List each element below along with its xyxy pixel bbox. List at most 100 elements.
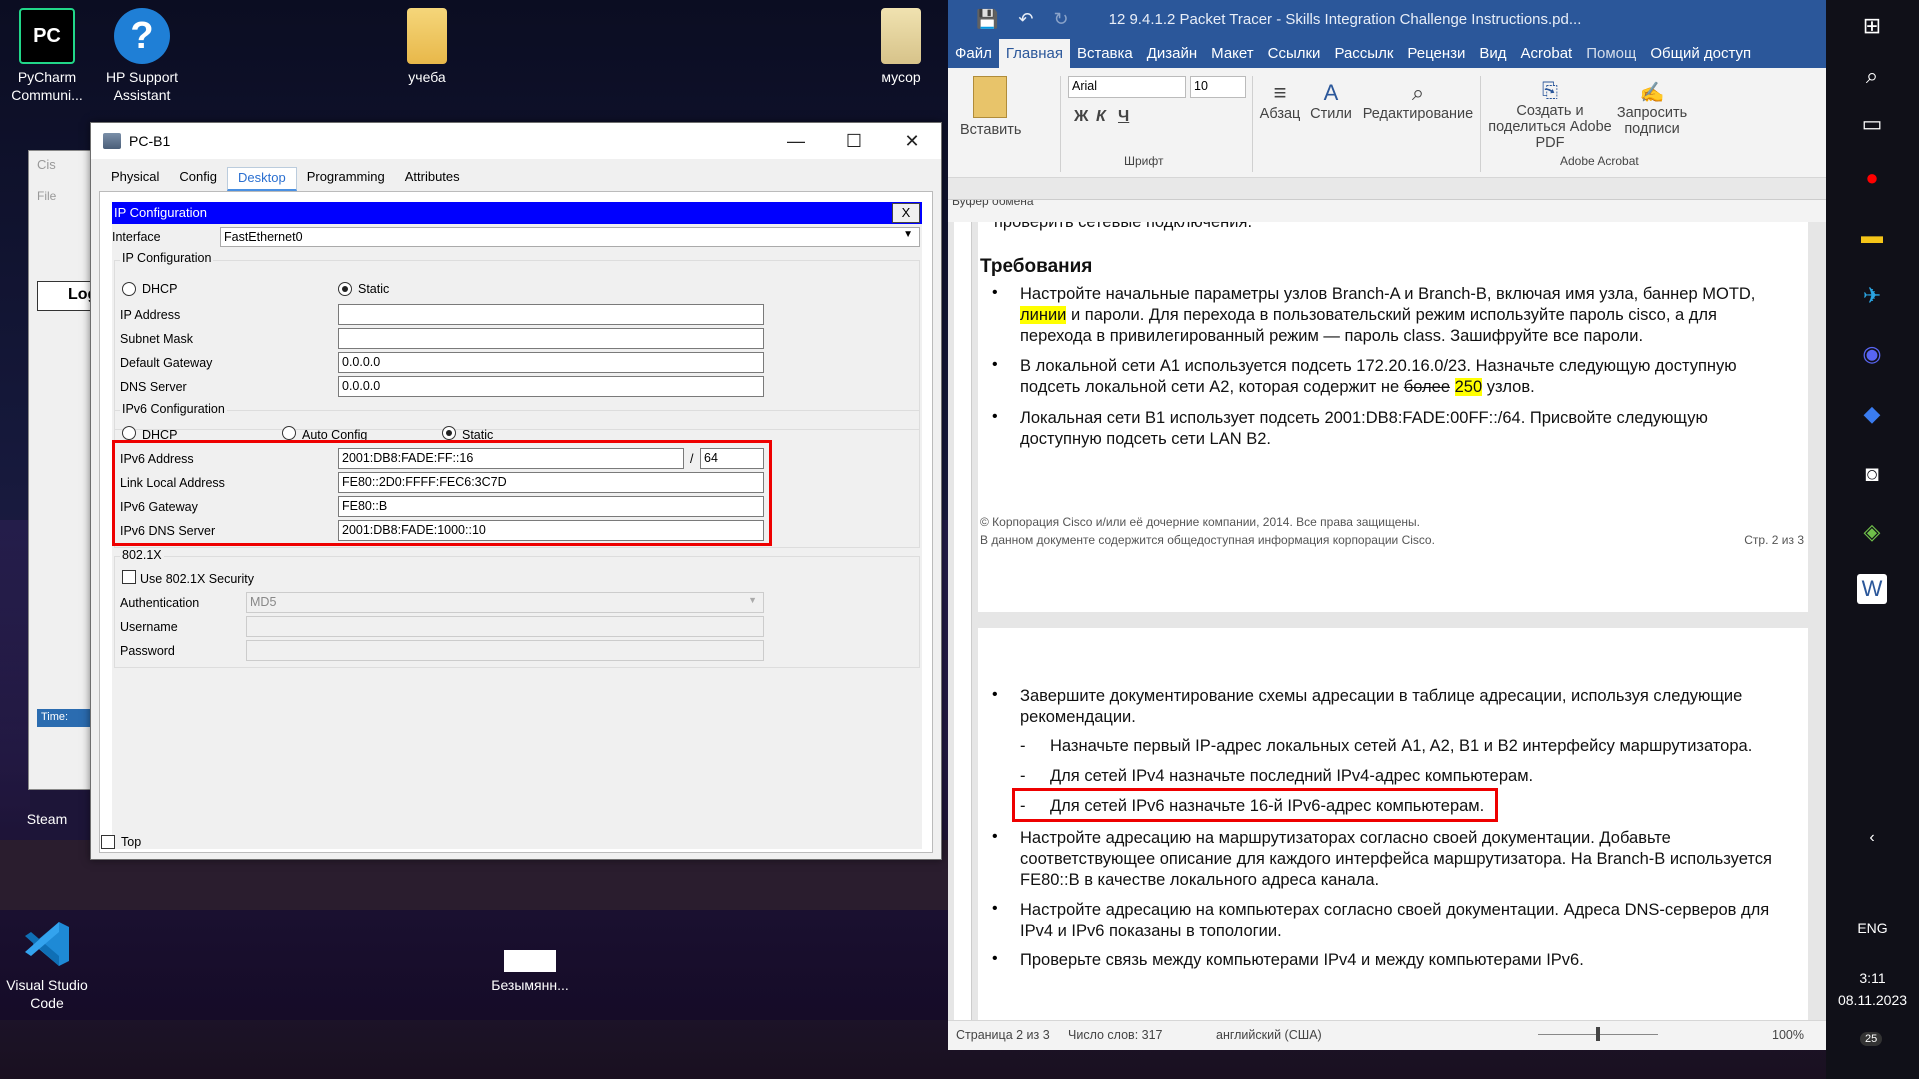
menu-help[interactable]: Помощ — [1579, 39, 1643, 68]
packet-tracer-taskbar-icon[interactable]: ◈ — [1854, 514, 1890, 550]
doc-strike: более — [1403, 378, 1451, 396]
windows-start-icon[interactable]: ⊞ — [1854, 8, 1890, 44]
ipv4-static-radio[interactable] — [338, 282, 352, 296]
status-language[interactable]: английский (США) — [1216, 1028, 1322, 1042]
windows-taskbar: ⊞ ⌕ ▭ ● ▬ ✈ ◉ ◆ ◙ ◈ W ‹ ENG 3:11 08.11.2… — [1826, 0, 1919, 1079]
redo-icon[interactable]: ↻ — [1054, 9, 1069, 30]
close-button[interactable]: ✕ — [883, 123, 941, 159]
horizontal-ruler — [948, 178, 1826, 200]
language-indicator[interactable]: ENG — [1826, 920, 1919, 936]
interface-select[interactable]: FastEthernet0 ▼ — [220, 227, 920, 247]
search-icon[interactable]: ⌕ — [1854, 58, 1890, 94]
maximize-button[interactable]: ☐ — [825, 123, 883, 159]
menu-review[interactable]: Рецензи — [1400, 39, 1472, 68]
bullet: • — [992, 408, 998, 425]
image-file-icon — [504, 950, 556, 972]
italic-button[interactable]: К — [1096, 108, 1106, 126]
top-checkbox[interactable] — [101, 835, 115, 849]
font-name-select[interactable]: Arial — [1068, 76, 1186, 98]
desktop-icon-trash[interactable]: мусор — [856, 8, 946, 86]
chevron-up-icon[interactable]: ‹ — [1854, 820, 1890, 856]
dot1x-checkbox[interactable] — [122, 570, 136, 584]
subnet-mask-input[interactable] — [338, 328, 764, 349]
request-sign-button[interactable]: ✍ Запросить подписи — [1616, 80, 1688, 137]
word-taskbar-icon[interactable]: W — [1857, 574, 1887, 604]
tab-physical[interactable]: Physical — [101, 167, 169, 191]
menu-share[interactable]: Общий доступ — [1643, 39, 1758, 68]
ribbon-separator — [1480, 76, 1481, 172]
username-input[interactable] — [246, 616, 764, 637]
font-size-select[interactable]: 10 — [1190, 76, 1246, 98]
notification-count[interactable]: 25 — [1860, 1032, 1883, 1046]
desktop-icon-pycharm[interactable]: PC PyCharm Communi... — [2, 8, 92, 104]
desktop-icon-vscode[interactable]: Visual Studio Code — [2, 916, 92, 1012]
doc-text: Назначьте первый IP-адрес локальных сете… — [1050, 737, 1753, 755]
app-icon[interactable]: ◙ — [1854, 456, 1890, 492]
minimize-button[interactable]: — — [767, 123, 825, 159]
desktop-icon-hp-support[interactable]: ? HP Support Assistant — [97, 8, 187, 104]
ipv6-dhcp-radio[interactable] — [122, 426, 136, 440]
word-window: 💾 ↶ ↻ 12 9.4.1.2 Packet Tracer - Skills … — [948, 0, 1826, 1050]
ribbon-separator — [1252, 76, 1253, 172]
status-page[interactable]: Страница 2 из 3 — [956, 1028, 1050, 1042]
pc-b1-window: PC-B1 — ☐ ✕ Physical Config Desktop Prog… — [90, 122, 942, 860]
tab-programming[interactable]: Programming — [297, 167, 395, 191]
styles-button[interactable]: A Стили — [1308, 80, 1354, 122]
menu-insert[interactable]: Вставка — [1070, 39, 1140, 68]
tab-attributes[interactable]: Attributes — [395, 167, 470, 191]
undo-icon[interactable]: ↶ — [1018, 9, 1033, 30]
editing-button[interactable]: ⌕ Редактирование — [1360, 80, 1476, 122]
ip-config-close-button[interactable]: X — [892, 203, 920, 223]
auth-select[interactable]: MD5 ▼ — [246, 592, 764, 613]
go-app-icon[interactable]: ◆ — [1854, 396, 1890, 432]
desktop-icon-label: Visual Studio Code — [6, 977, 88, 1011]
doc-text-span: узлов. — [1482, 378, 1535, 396]
zoom-level[interactable]: 100% — [1772, 1028, 1804, 1042]
paragraph-button[interactable]: ≡ Абзац — [1256, 80, 1304, 122]
menu-file[interactable]: Файл — [948, 39, 999, 68]
ip-config-header: IP Configuration X — [112, 202, 922, 224]
doc-text: FE80::B в качестве локального адреса кан… — [1020, 871, 1380, 889]
doc-text: IPv4 и IPv6 показаны в топологии. — [1020, 922, 1282, 940]
desktop-icon-label: HP Support Assistant — [105, 69, 179, 103]
top-label: Top — [121, 835, 142, 849]
task-view-icon[interactable]: ▭ — [1854, 106, 1890, 142]
ipv6-static-radio[interactable] — [442, 426, 456, 440]
status-words[interactable]: Число слов: 317 — [1068, 1028, 1163, 1042]
ipv6-auto-radio[interactable] — [282, 426, 296, 440]
clock-time[interactable]: 3:11 — [1826, 970, 1919, 986]
doc-text: доступную подсеть сети LAN B2. — [1020, 430, 1271, 448]
clock-date[interactable]: 08.11.2023 — [1826, 992, 1919, 1008]
ip-address-input[interactable] — [338, 304, 764, 325]
desktop-icon-steam[interactable]: Steam — [2, 810, 92, 828]
telegram-icon[interactable]: ✈ — [1854, 278, 1890, 314]
paste-button[interactable]: Вставить — [960, 76, 1021, 138]
save-icon[interactable]: 💾 — [976, 9, 998, 30]
discord-icon[interactable]: ◉ — [1854, 336, 1890, 372]
file-explorer-icon[interactable]: ▬ — [1854, 218, 1890, 254]
ip-config-pane: Interface FastEthernet0 ▼ IP Configurati… — [112, 224, 922, 849]
default-gateway-input[interactable]: 0.0.0.0 — [338, 352, 764, 373]
bold-button[interactable]: Ж — [1074, 108, 1088, 126]
chevron-down-icon: ▼ — [748, 595, 757, 605]
desktop-icon-untitled[interactable]: Безымянн... — [475, 950, 585, 994]
acrobat-group-label: Adobe Acrobat — [1560, 154, 1639, 168]
zoom-slider[interactable] — [1538, 1025, 1658, 1045]
desktop-icon-folder-study[interactable]: учеба — [382, 8, 472, 86]
dns-server-input[interactable]: 0.0.0.0 — [338, 376, 764, 397]
yandex-browser-icon[interactable]: ● — [1854, 160, 1890, 196]
tab-config[interactable]: Config — [169, 167, 227, 191]
menu-acrobat[interactable]: Acrobat — [1514, 39, 1580, 68]
tab-desktop[interactable]: Desktop — [227, 167, 297, 191]
menu-view[interactable]: Вид — [1472, 39, 1513, 68]
menu-home[interactable]: Главная — [998, 39, 1070, 68]
create-pdf-button[interactable]: ⎘ Создать и поделиться Adobe PDF — [1486, 80, 1614, 151]
password-input[interactable] — [246, 640, 764, 661]
menu-mailings[interactable]: Рассылк — [1327, 39, 1400, 68]
menu-layout[interactable]: Макет — [1204, 39, 1260, 68]
ipv4-dhcp-radio[interactable] — [122, 282, 136, 296]
menu-design[interactable]: Дизайн — [1140, 39, 1204, 68]
request-sign-label: Запросить подписи — [1616, 105, 1688, 137]
underline-button[interactable]: Ч — [1118, 108, 1129, 126]
menu-references[interactable]: Ссылки — [1261, 39, 1328, 68]
